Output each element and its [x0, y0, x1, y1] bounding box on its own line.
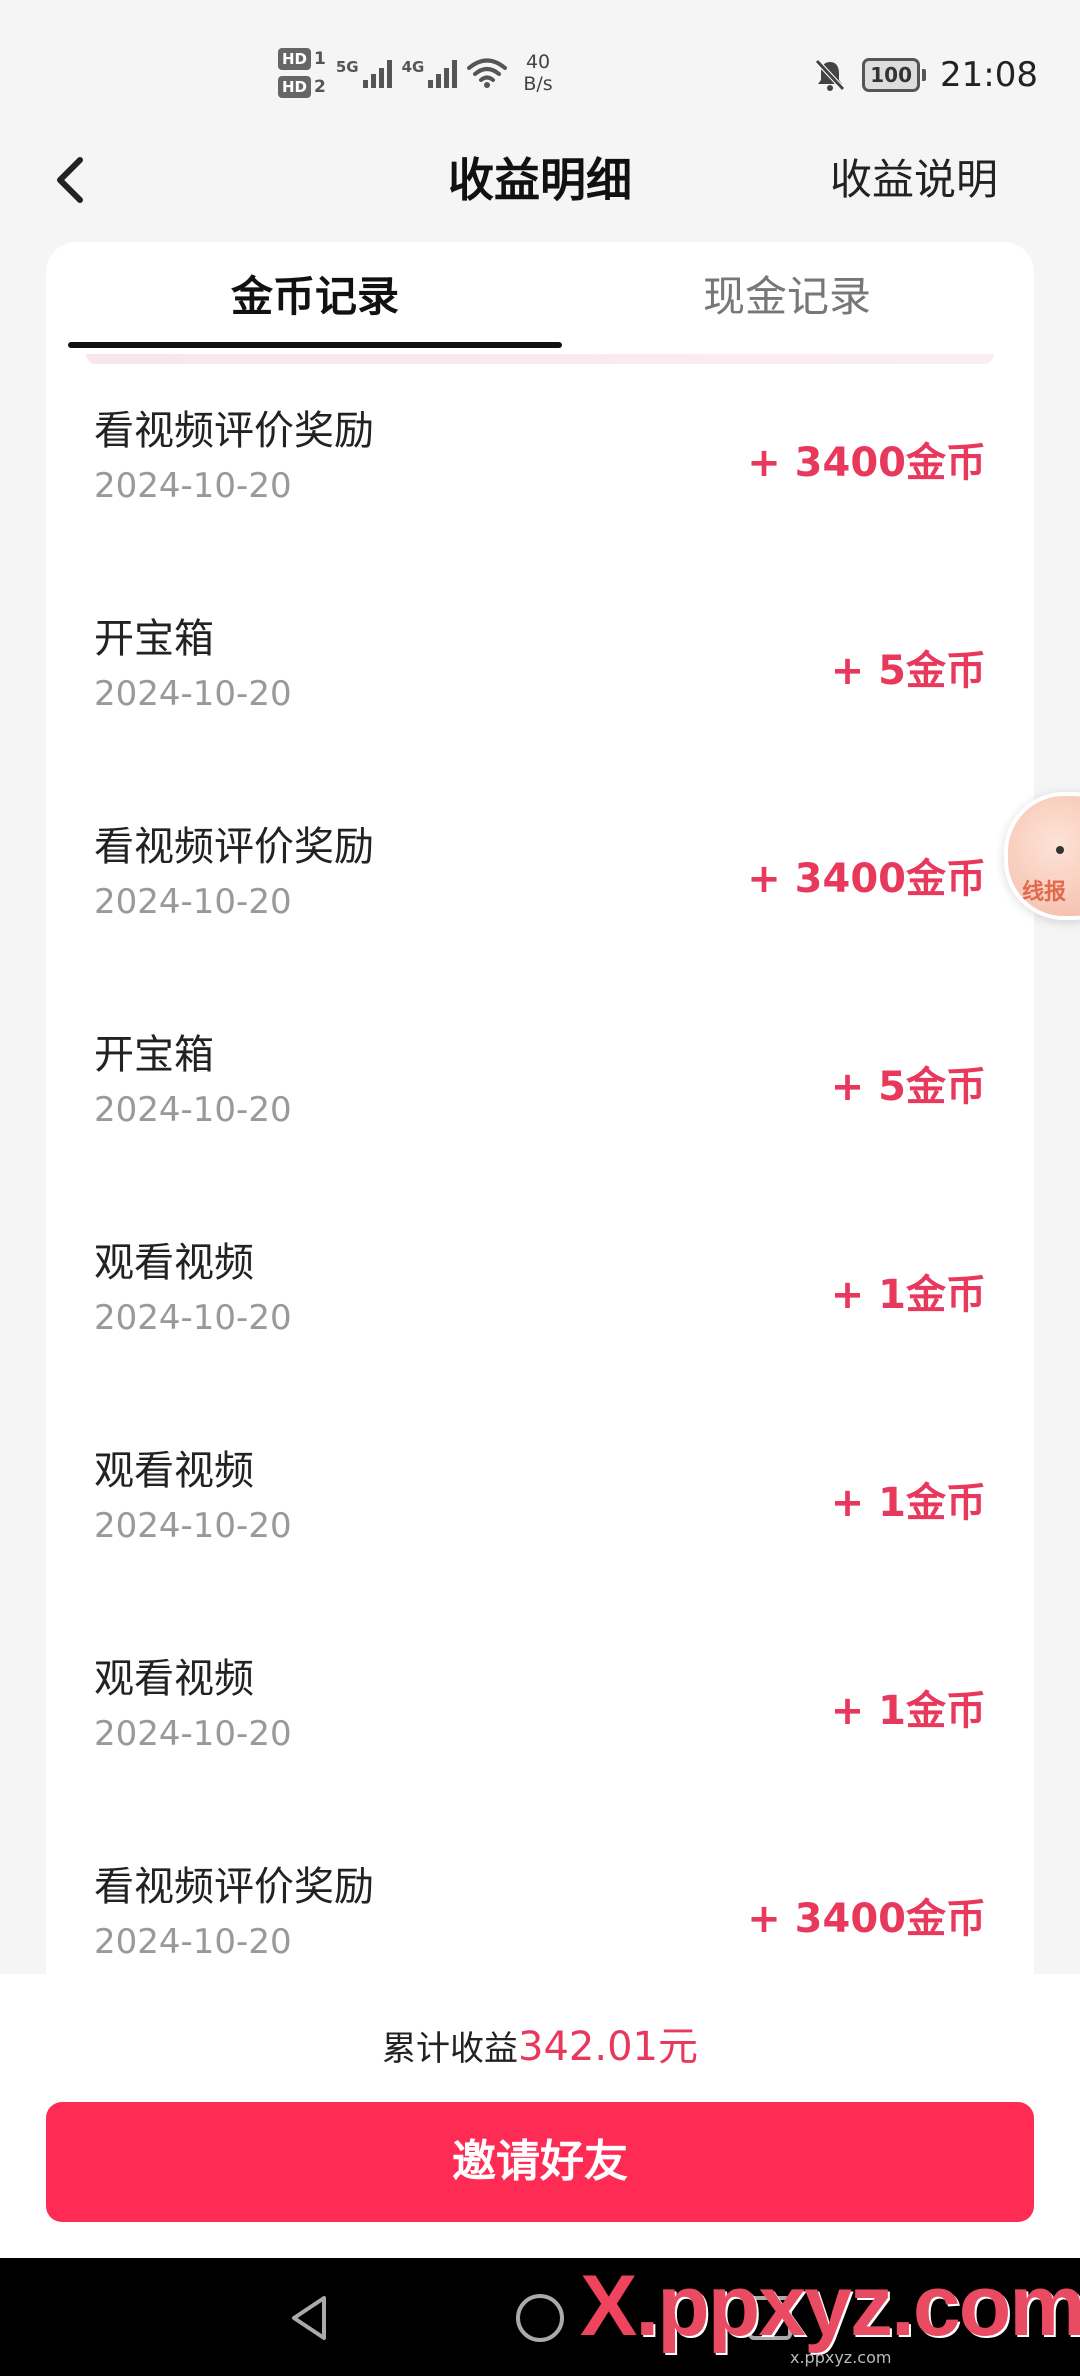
signal-4g: 4G	[402, 58, 458, 88]
hd2-sub: 2	[314, 77, 326, 97]
record-title: 看视频评价奖励	[94, 408, 374, 454]
back-button[interactable]	[40, 150, 100, 210]
hd1-sub: 1	[314, 49, 326, 69]
list-item: 看视频评价奖励 2024-10-20 + 3400金币	[46, 1828, 1034, 1992]
record-title: 开宝箱	[94, 616, 214, 662]
watermark-domain: .ppxyz.com	[635, 2258, 1080, 2354]
record-title: 看视频评价奖励	[94, 824, 374, 870]
status-bar: HD 1 HD 2 5G 4G 40 B/s 100 21:08	[0, 0, 1080, 130]
list-item: 观看视频 2024-10-20 + 1金币	[46, 1620, 1034, 1828]
mute-bell-icon	[812, 57, 848, 93]
records-card: 金币记录 现金记录 看视频评价奖励 2024-10-20 + 3400金币 开宝…	[46, 242, 1034, 1992]
list-item: 观看视频 2024-10-20 + 1金币	[46, 1204, 1034, 1412]
net-4g-label: 4G	[401, 58, 425, 76]
record-date: 2024-10-20	[94, 1090, 292, 1130]
record-date: 2024-10-20	[94, 1506, 292, 1546]
bottom-panel: 累计收益342.01元 邀请好友	[0, 1974, 1080, 2258]
record-date: 2024-10-20	[94, 1298, 292, 1338]
watermark-sub: x.ppxyz.com	[790, 2348, 892, 2367]
speed-unit: B/s	[523, 73, 553, 95]
clock: 21:08	[940, 55, 1038, 95]
list-item: 看视频评价奖励 2024-10-20 + 3400金币	[46, 372, 1034, 580]
record-amount: + 1金币	[830, 1480, 986, 1526]
signal-icon	[362, 58, 392, 88]
list-item: 开宝箱 2024-10-20 + 5金币	[46, 996, 1034, 1204]
avatar-eye	[1056, 846, 1064, 854]
total-earnings-value: 342.01元	[518, 2024, 698, 2070]
status-right: 100 21:08	[812, 50, 1038, 100]
hd2-label: HD	[278, 76, 312, 98]
tab-divider	[86, 354, 994, 364]
record-date: 2024-10-20	[94, 882, 292, 922]
total-earnings-label: 累计收益	[382, 2029, 519, 2069]
watermark-x: X	[580, 2258, 637, 2354]
speed-value: 40	[525, 51, 551, 73]
battery-level: 100	[862, 58, 921, 92]
battery-icon: 100	[862, 58, 927, 92]
status-left: HD 1 HD 2 5G 4G 40 B/s	[278, 38, 553, 108]
tab-cash-records[interactable]: 现金记录	[562, 242, 1012, 352]
record-amount: + 5金币	[830, 648, 986, 694]
tab-coin-records[interactable]: 金币记录	[68, 242, 562, 352]
total-earnings: 累计收益342.01元	[0, 2014, 1080, 2072]
nav-home-button[interactable]	[510, 2288, 570, 2348]
record-date: 2024-10-20	[94, 466, 292, 506]
header: 收益明细 收益说明	[0, 130, 1080, 230]
record-amount: + 5金币	[830, 1064, 986, 1110]
signal-icon	[428, 58, 458, 88]
triangle-back-icon	[292, 2296, 326, 2340]
hd1-indicator: HD 1	[278, 48, 326, 70]
nav-back-button[interactable]	[280, 2288, 340, 2348]
invite-friends-button[interactable]: 邀请好友	[46, 2102, 1034, 2222]
record-title: 看视频评价奖励	[94, 1864, 374, 1910]
list-item: 观看视频 2024-10-20 + 1金币	[46, 1412, 1034, 1620]
hd2-indicator: HD 2	[278, 76, 326, 98]
floating-badge-text: 线报	[1022, 880, 1067, 905]
net-5g-label: 5G	[335, 58, 359, 76]
record-title: 观看视频	[94, 1448, 254, 1494]
tab-bar: 金币记录 现金记录	[46, 242, 1034, 352]
list-item: 看视频评价奖励 2024-10-20 + 3400金币	[46, 788, 1034, 996]
chevron-left-icon	[57, 157, 83, 203]
record-title: 观看视频	[94, 1240, 254, 1286]
records-list: 看视频评价奖励 2024-10-20 + 3400金币 开宝箱 2024-10-…	[46, 372, 1034, 1992]
list-item: 开宝箱 2024-10-20 + 5金币	[46, 580, 1034, 788]
record-date: 2024-10-20	[94, 1714, 292, 1754]
record-title: 开宝箱	[94, 1032, 214, 1078]
record-amount: + 3400金币	[747, 440, 986, 486]
network-speed: 40 B/s	[523, 51, 552, 95]
record-amount: + 1金币	[830, 1272, 986, 1318]
record-date: 2024-10-20	[94, 674, 292, 714]
record-date: 2024-10-20	[94, 1922, 292, 1962]
signal-5g: 5G	[336, 58, 392, 88]
record-title: 观看视频	[94, 1656, 254, 1702]
active-tab-indicator	[68, 342, 562, 348]
wifi-icon	[467, 57, 508, 89]
record-amount: + 1金币	[830, 1688, 986, 1734]
circle-home-icon	[516, 2294, 564, 2342]
hd-indicators: HD 1 HD 2	[278, 48, 326, 98]
earnings-info-link[interactable]: 收益说明	[830, 130, 998, 230]
record-amount: + 3400金币	[747, 1896, 986, 1942]
record-amount: + 3400金币	[747, 856, 986, 902]
hd1-label: HD	[278, 48, 312, 70]
